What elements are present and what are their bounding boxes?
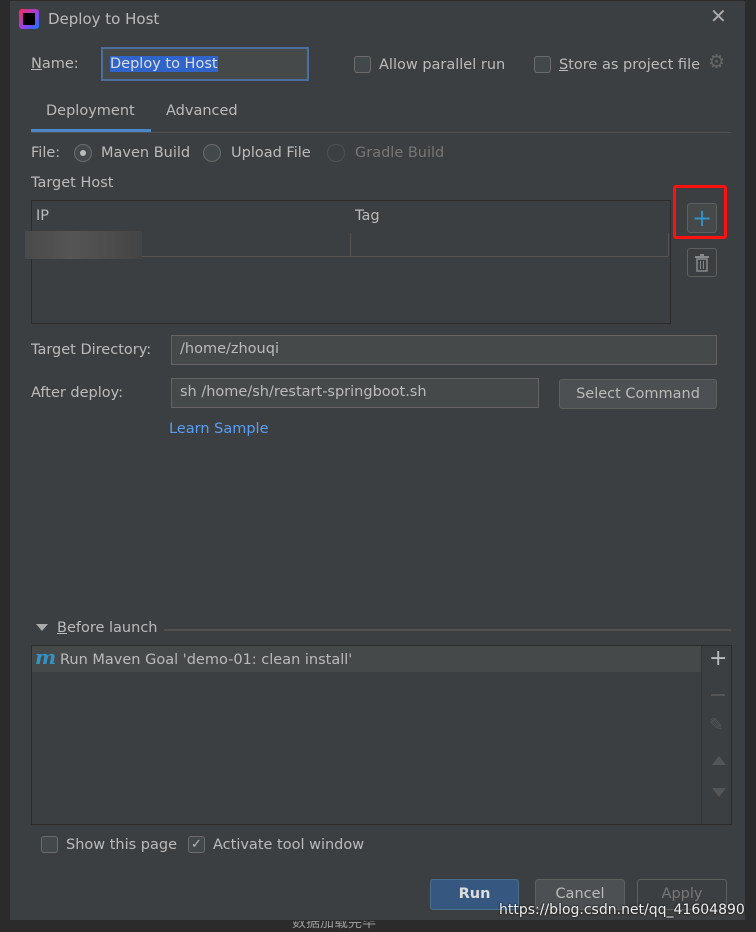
file-label: File: — [31, 145, 61, 161]
learn-sample-link[interactable]: Learn Sample — [169, 420, 269, 438]
watermark: https://blog.csdn.net/qq_41604890 — [499, 902, 745, 918]
target-host-table[interactable]: IP Tag — [31, 200, 671, 324]
allow-parallel-run-checkbox[interactable] — [354, 56, 371, 73]
show-this-page-checkbox[interactable] — [41, 836, 58, 853]
before-launch-item-label: Run Maven Goal 'demo-01: clean install' — [60, 652, 353, 668]
intellij-icon — [19, 9, 39, 29]
target-directory-label: Target Directory: — [31, 342, 152, 358]
plus-icon: + — [691, 204, 713, 232]
close-icon[interactable]: ✕ — [710, 6, 727, 26]
target-host-label: Target Host — [31, 175, 114, 191]
activate-tool-window-checkbox[interactable]: ✓ — [188, 836, 205, 853]
move-down-icon — [712, 788, 726, 797]
maven-build-radio[interactable] — [74, 144, 92, 162]
gradle-build-label: Gradle Build — [355, 145, 445, 161]
before-launch-label[interactable]: Before launch — [57, 619, 157, 637]
before-launch-divider — [164, 629, 731, 631]
trash-icon — [695, 253, 709, 272]
remove-task-icon — [711, 694, 725, 696]
store-as-project-file-checkbox[interactable] — [534, 56, 551, 73]
add-task-icon[interactable]: + — [709, 648, 727, 670]
list-item[interactable]: m Run Maven Goal 'demo-01: clean install… — [32, 646, 701, 672]
tab-deployment[interactable]: Deployment — [46, 102, 135, 120]
delete-host-button[interactable] — [687, 248, 717, 277]
tab-advanced[interactable]: Advanced — [166, 102, 238, 120]
name-input[interactable]: Deploy to Host — [101, 47, 309, 81]
show-this-page-label: Show this page — [66, 837, 178, 853]
edit-task-icon: ✎ — [709, 715, 725, 736]
select-command-button[interactable]: Select Command — [559, 379, 717, 409]
gradle-build-radio — [327, 144, 345, 162]
activate-tool-window-label: Activate tool window — [213, 837, 365, 853]
after-deploy-input[interactable]: sh /home/sh/restart-springboot.sh — [171, 378, 539, 408]
name-label: Name: — [31, 56, 79, 72]
collapse-triangle-icon[interactable] — [36, 624, 48, 631]
dialog-title: Deploy to Host — [48, 10, 160, 28]
column-header-tag: Tag — [355, 208, 380, 224]
maven-build-label: Maven Build — [101, 145, 191, 161]
blurred-ip-value — [25, 231, 142, 259]
column-header-ip: IP — [36, 208, 50, 224]
gear-icon[interactable]: ⚙ — [708, 53, 725, 72]
upload-file-label: Upload File — [231, 145, 311, 161]
before-launch-list[interactable]: m Run Maven Goal 'demo-01: clean install… — [31, 645, 732, 825]
maven-icon: m — [35, 645, 57, 669]
target-directory-input[interactable]: /home/zhouqi — [171, 335, 717, 365]
add-host-button[interactable]: + — [687, 203, 717, 233]
after-deploy-label: After deploy: — [31, 385, 124, 401]
upload-file-radio[interactable] — [203, 144, 221, 162]
allow-parallel-run-label: Allow parallel run — [379, 57, 506, 73]
tab-divider — [31, 132, 731, 133]
move-up-icon — [712, 756, 726, 765]
active-tab-indicator — [31, 129, 151, 132]
store-as-project-file-label: Store as project file — [559, 57, 701, 73]
deploy-to-host-dialog: Deploy to Host ✕ Name: Deploy to Host Al… — [9, 0, 746, 921]
